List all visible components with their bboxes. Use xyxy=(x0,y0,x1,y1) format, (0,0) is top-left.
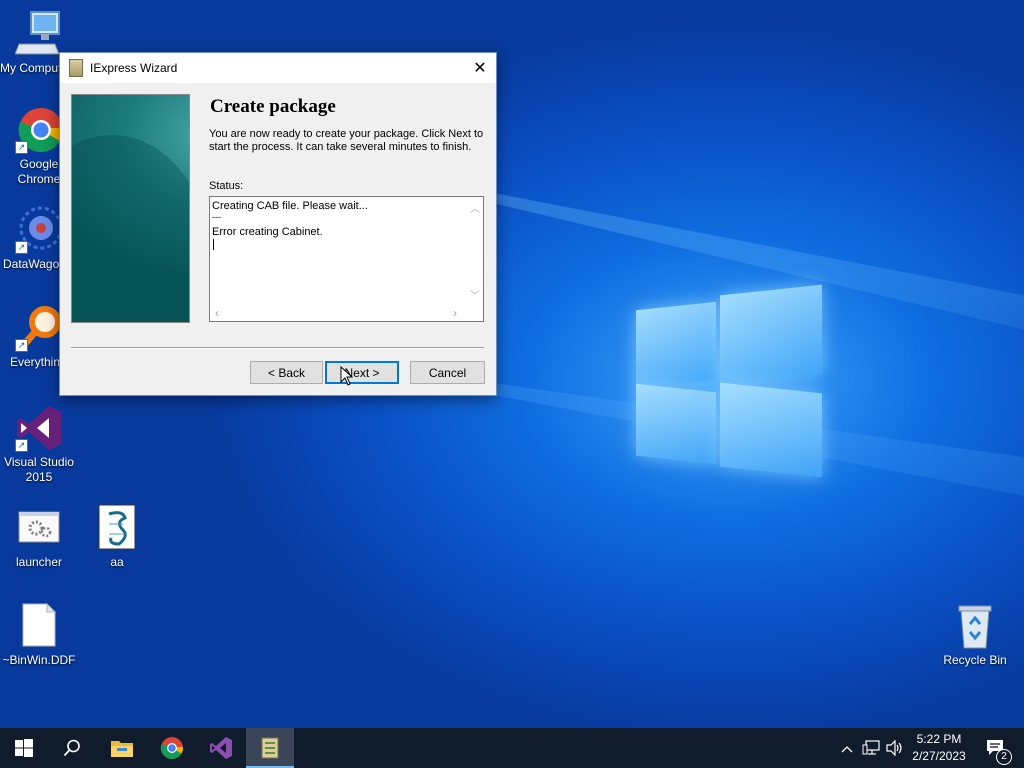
desktop-icon-visual-studio-2015[interactable]: ↗ Visual Studio 2015 xyxy=(0,404,78,485)
shortcut-arrow-icon: ↗ xyxy=(15,241,28,254)
datawagon-icon: ↗ xyxy=(15,206,63,254)
magnifier-icon: ↗ xyxy=(15,304,63,352)
taskbar-iexpress[interactable] xyxy=(246,728,294,768)
status-textbox[interactable]: Creating CAB file. Please wait... --- Er… xyxy=(209,196,484,322)
shortcut-arrow-icon: ↗ xyxy=(15,439,28,452)
folder-icon xyxy=(111,741,133,757)
shortcut-arrow-icon: ↗ xyxy=(15,141,28,154)
clock[interactable]: 5:22 PM 2/27/2023 xyxy=(904,731,974,765)
iexpress-app-icon xyxy=(69,59,83,77)
taskbar-chrome[interactable] xyxy=(148,728,196,768)
search-icon xyxy=(63,739,80,757)
network-button[interactable] xyxy=(860,728,882,768)
windows-wallpaper-logo xyxy=(636,284,822,480)
back-button[interactable]: < Back xyxy=(250,361,323,384)
chevron-up-icon xyxy=(841,741,853,756)
dialog-titlebar[interactable]: IExpress Wizard ✕ xyxy=(60,53,496,83)
desktop-icon-binwin-ddf[interactable]: ~BinWin.DDF xyxy=(0,602,78,668)
scroll-right-icon[interactable]: › xyxy=(453,306,457,320)
computer-icon xyxy=(14,10,63,58)
desktop-icon-recycle-bin[interactable]: Recycle Bin xyxy=(936,602,1014,668)
close-button[interactable]: ✕ xyxy=(464,53,496,83)
chrome-icon xyxy=(160,737,184,759)
scroll-up-icon[interactable]: ︿ xyxy=(470,200,480,215)
text-caret xyxy=(213,239,214,250)
show-hidden-icons-button[interactable] xyxy=(838,728,856,768)
recycle-bin-icon xyxy=(951,602,999,650)
status-log: Creating CAB file. Please wait... --- Er… xyxy=(212,200,464,239)
search-button[interactable] xyxy=(48,728,96,768)
visual-studio-icon xyxy=(210,737,232,759)
vertical-scrollbar[interactable]: ︿ ﹀ xyxy=(466,197,483,304)
cancel-button[interactable]: Cancel xyxy=(410,361,485,384)
dialog-title: IExpress Wizard xyxy=(90,61,178,75)
network-icon xyxy=(862,740,880,755)
iexpress-app-icon xyxy=(261,737,279,759)
button-separator xyxy=(71,347,484,349)
volume-button[interactable] xyxy=(884,728,906,768)
taskbar: 5:22 PM 2/27/2023 2 xyxy=(0,728,1024,768)
mouse-pointer-icon xyxy=(340,366,354,386)
horizontal-scrollbar[interactable]: ‹ › xyxy=(210,304,466,321)
script-file-icon xyxy=(93,504,141,552)
chrome-icon: ↗ xyxy=(15,106,63,154)
status-line: Error creating Cabinet. xyxy=(212,226,323,238)
desktop-icon-aa[interactable]: aa xyxy=(78,504,156,570)
speaker-icon xyxy=(886,740,902,756)
action-center-button[interactable]: 2 xyxy=(978,728,1014,768)
visual-studio-icon: ↗ xyxy=(15,404,63,452)
status-label: Status: xyxy=(209,180,244,192)
page-description: You are now ready to create your package… xyxy=(209,128,484,153)
windows-start-icon xyxy=(15,739,33,757)
status-line: --- xyxy=(212,212,221,222)
blank-file-icon xyxy=(15,602,63,650)
clock-time: 5:22 PM xyxy=(916,732,962,746)
iexpress-wizard-dialog: IExpress Wizard ✕ Create package You are… xyxy=(59,52,497,396)
wizard-side-banner xyxy=(71,94,190,323)
page-heading: Create package xyxy=(210,96,336,117)
notification-count-badge: 2 xyxy=(996,749,1012,765)
clock-date: 2/27/2023 xyxy=(912,749,966,763)
status-line: Creating CAB file. Please wait... xyxy=(212,200,368,212)
taskbar-file-explorer[interactable] xyxy=(98,728,146,768)
scroll-down-icon[interactable]: ﹀ xyxy=(470,287,480,302)
scroll-left-icon[interactable]: ‹ xyxy=(215,306,219,320)
gear-settings-icon xyxy=(15,504,63,552)
next-button[interactable]: Next > xyxy=(325,361,399,384)
desktop-icon-launcher[interactable]: launcher xyxy=(0,504,78,570)
start-button[interactable] xyxy=(0,728,48,768)
shortcut-arrow-icon: ↗ xyxy=(15,339,28,352)
taskbar-visual-studio[interactable] xyxy=(197,728,245,768)
close-icon: ✕ xyxy=(473,60,487,77)
